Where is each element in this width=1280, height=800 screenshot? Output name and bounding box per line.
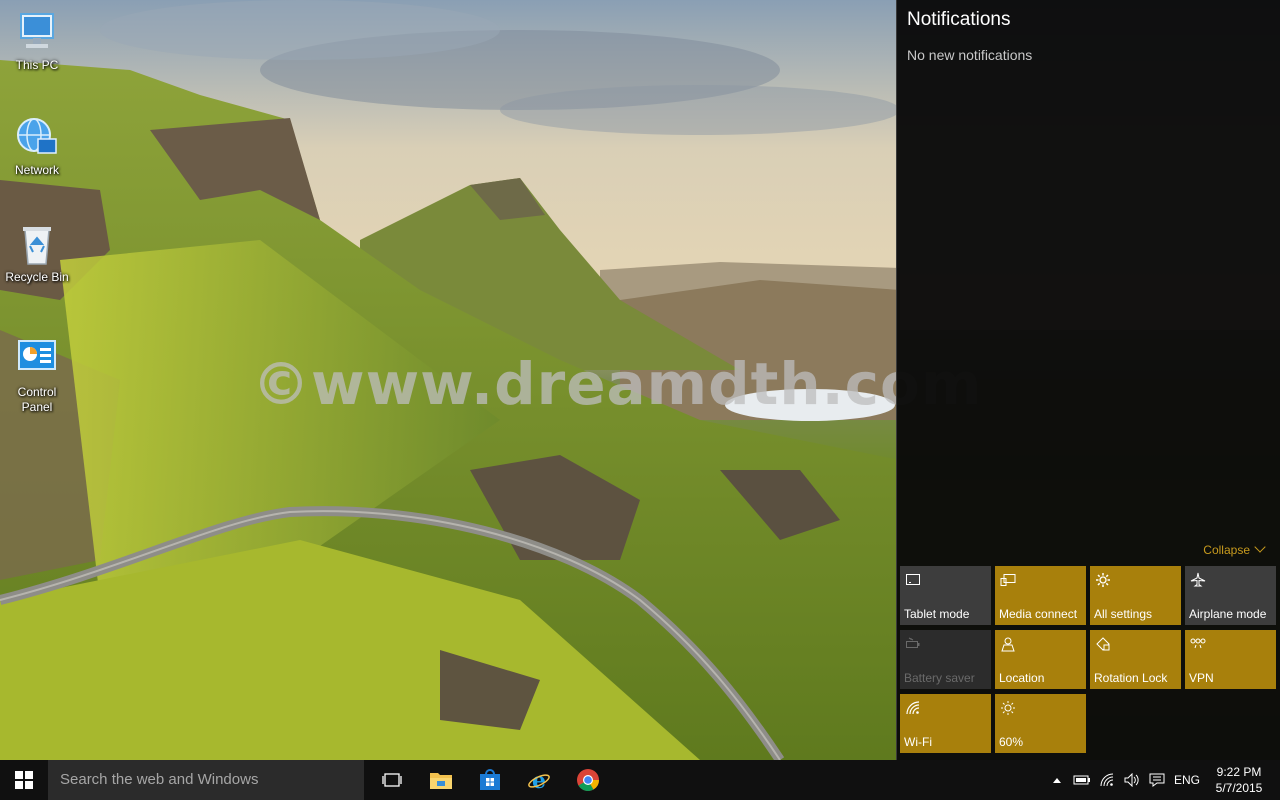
battery-tray-button[interactable]: [1070, 760, 1094, 800]
quick-action-brightness[interactable]: 60%: [995, 694, 1086, 753]
network-tray-button[interactable]: [1096, 760, 1120, 800]
collapse-button[interactable]: Collapse: [1203, 541, 1266, 557]
network-icon: [17, 118, 57, 154]
windows-logo-icon: [15, 771, 33, 789]
taskbar: e ENG 9:22 PM 5/7/2015: [0, 760, 1280, 800]
quick-action-label: All settings: [1094, 607, 1153, 621]
volume-tray-button[interactable]: [1120, 760, 1144, 800]
chevron-down-icon: [1254, 541, 1266, 553]
quick-action-rotation-lock[interactable]: Rotation Lock: [1090, 630, 1181, 689]
battery-saver-icon: [906, 637, 920, 648]
rotation-lock-icon: [1096, 637, 1110, 651]
control-panel-icon: [18, 340, 56, 370]
internet-explorer-button[interactable]: e: [515, 760, 563, 800]
desktop-icon-label: Recycle Bin: [5, 270, 69, 284]
desktop-icon-network[interactable]: Network: [4, 115, 70, 178]
quick-action-media-connect[interactable]: Media connect: [995, 566, 1086, 625]
computer-icon: [20, 13, 54, 48]
desktop-icon-label: Control Panel: [17, 385, 57, 414]
clock-time: 9:22 PM: [1216, 765, 1262, 779]
chrome-icon: [577, 769, 599, 791]
task-view-button[interactable]: [368, 760, 416, 800]
vpn-icon: [1190, 638, 1206, 649]
action-center-icon: [1149, 773, 1165, 787]
chrome-button[interactable]: [564, 760, 612, 800]
settings-gear-icon: [1096, 573, 1110, 587]
internet-explorer-icon: e: [528, 768, 550, 792]
notifications-title: Notifications: [907, 9, 1011, 30]
quick-action-label: 60%: [999, 735, 1024, 749]
action-center-panel: Notifications No new notifications Colla…: [896, 0, 1280, 760]
location-icon: [1001, 637, 1015, 652]
quick-action-all-settings[interactable]: All settings: [1090, 566, 1181, 625]
language-indicator[interactable]: ENG: [1170, 760, 1204, 800]
quick-action-label: Airplane mode: [1189, 607, 1267, 621]
wifi-icon: [906, 701, 920, 715]
quick-action-label: Tablet mode: [904, 607, 970, 621]
chevron-up-icon: [1053, 778, 1061, 783]
action-center-tray-button[interactable]: [1144, 760, 1170, 800]
desktop-icon-this-pc[interactable]: This PC: [4, 10, 70, 73]
file-explorer-button[interactable]: [417, 760, 465, 800]
quick-action-tablet-mode[interactable]: Tablet mode: [900, 566, 991, 625]
desktop-icon-label: This PC: [15, 58, 59, 72]
collapse-label: Collapse: [1203, 543, 1250, 557]
desktop-icon-label: Network: [14, 163, 59, 177]
quick-action-label: Media connect: [999, 607, 1078, 621]
quick-action-vpn[interactable]: VPN: [1185, 630, 1276, 689]
quick-action-label: Battery saver: [904, 671, 975, 685]
quick-action-label: Wi-Fi: [904, 735, 932, 749]
quick-action-airplane-mode[interactable]: Airplane mode: [1185, 566, 1276, 625]
task-view-icon: [382, 773, 402, 787]
watermark-text: ©www.dreamdth.com: [252, 350, 983, 418]
show-hidden-icons-button[interactable]: [1048, 760, 1066, 800]
quick-action-wifi[interactable]: Wi-Fi: [900, 694, 991, 753]
clock-date: 5/7/2015: [1215, 781, 1263, 795]
wifi-tray-icon: [1100, 773, 1114, 787]
speaker-icon: [1124, 773, 1139, 787]
tablet-mode-icon: [906, 574, 920, 585]
airplane-icon: [1190, 572, 1206, 587]
svg-text:e: e: [532, 768, 546, 792]
clock[interactable]: 9:22 PM 5/7/2015: [1206, 764, 1272, 796]
battery-icon: [1073, 775, 1090, 785]
desktop-icon-recycle-bin[interactable]: Recycle Bin: [4, 222, 70, 285]
start-button[interactable]: [0, 760, 48, 800]
brightness-icon: [1001, 701, 1015, 715]
quick-action-label: Location: [999, 671, 1045, 685]
search-input[interactable]: [48, 760, 364, 800]
quick-action-label: VPN: [1189, 671, 1214, 685]
file-explorer-icon: [430, 773, 452, 789]
desktop-icon-control-panel[interactable]: Control Panel: [4, 337, 70, 415]
no-notifications-text: No new notifications: [907, 47, 1033, 63]
quick-action-battery-saver[interactable]: Battery saver: [900, 630, 991, 689]
quick-action-label: Rotation Lock: [1094, 671, 1168, 685]
store-button[interactable]: [466, 760, 514, 800]
store-icon: [480, 769, 500, 790]
quick-action-location[interactable]: Location: [995, 630, 1086, 689]
media-connect-icon: [1000, 574, 1016, 586]
recycle-bin-icon: [23, 227, 51, 265]
